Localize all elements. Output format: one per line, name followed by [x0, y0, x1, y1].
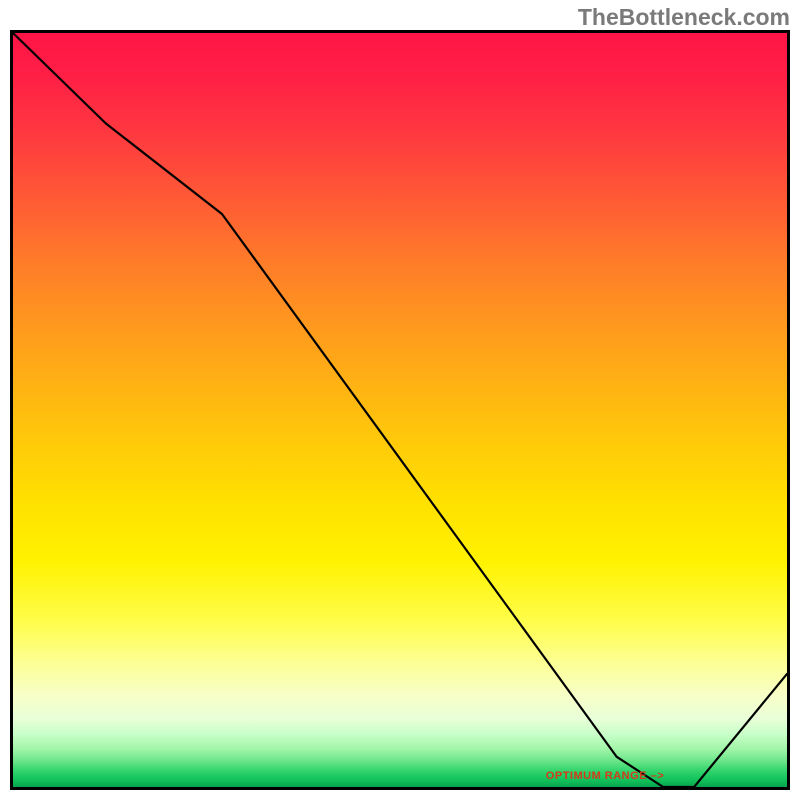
- optimal-label: OPTIMUM RANGE –>: [546, 770, 664, 782]
- plot-area: OPTIMUM RANGE –>: [10, 30, 790, 790]
- watermark-text: TheBottleneck.com: [578, 4, 790, 31]
- bottleneck-curve: [13, 33, 787, 787]
- chart-container: TheBottleneck.com OPTIMUM RANGE –>: [0, 0, 800, 800]
